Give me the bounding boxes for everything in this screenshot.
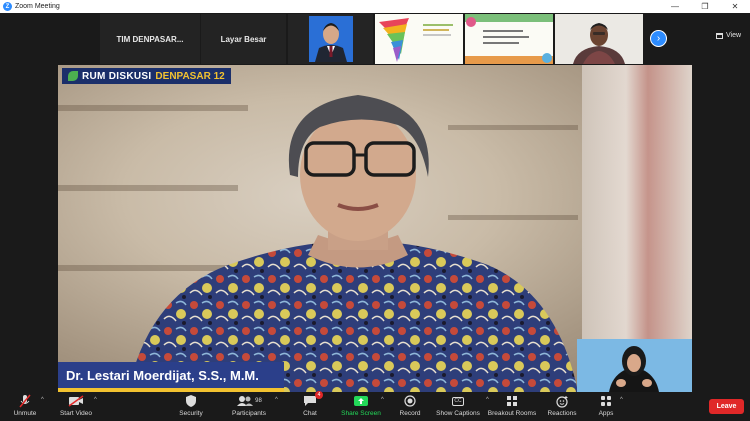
captions-icon-text: CC <box>452 396 464 406</box>
shield-icon <box>185 394 197 408</box>
security-button[interactable]: Security <box>161 394 221 417</box>
title-bar: Z Zoom Meeting — ❐ ✕ <box>0 0 750 13</box>
show-captions-label: Show Captions <box>436 410 480 417</box>
reactions-icon <box>555 394 569 408</box>
participant-thumbnail-slide-1[interactable] <box>375 14 463 64</box>
share-screen-label: Share Screen <box>341 410 381 417</box>
participant-thumbnail-webcam[interactable] <box>555 14 643 64</box>
microphone-muted-icon <box>19 394 31 408</box>
participants-label: Participants <box>232 410 266 417</box>
security-label: Security <box>179 410 203 417</box>
interpreter-figure <box>577 339 692 392</box>
chevron-up-icon[interactable]: ^ <box>275 397 278 403</box>
speaker-name-caption: Dr. Lestari Moerdijat, S.S., M.M. <box>58 362 284 388</box>
maximize-icon[interactable]: ❐ <box>690 0 720 13</box>
participant-thumbnail-slide-2[interactable] <box>465 14 553 64</box>
record-icon <box>404 394 416 408</box>
speaker-name: Dr. Lestari Moerdijat, S.S., M.M. <box>66 367 259 383</box>
view-label: View <box>726 32 742 39</box>
show-captions-button[interactable]: CC Show Captions ^ <box>428 394 489 417</box>
captions-icon: CC <box>452 394 464 408</box>
chat-unread-badge: 4 <box>315 391 323 399</box>
logo-icon <box>68 71 78 81</box>
chevron-right-icon: › <box>656 33 661 44</box>
video-off-icon <box>68 394 84 408</box>
apps-button[interactable]: Apps ^ <box>576 394 636 417</box>
apps-label: Apps <box>598 410 614 417</box>
participant-strip: TIM DENPASAR... Layar Besar › View <box>0 13 750 65</box>
banner-subtitle: DENPASAR 12 <box>155 70 225 82</box>
apps-icon <box>600 394 612 408</box>
sign-language-interpreter-video[interactable] <box>577 339 692 392</box>
breakout-rooms-label: Breakout Rooms <box>487 410 537 417</box>
leave-button[interactable]: Leave <box>709 399 744 414</box>
participant-count: 98 <box>255 398 262 404</box>
next-page-button[interactable]: › <box>650 30 667 47</box>
chevron-up-icon[interactable]: ^ <box>41 397 44 403</box>
breakout-rooms-icon <box>506 394 518 408</box>
webcam-image <box>555 14 643 64</box>
view-button[interactable]: View <box>716 32 741 39</box>
participant-thumbnail-portrait[interactable] <box>288 14 373 64</box>
reactions-label: Reactions <box>547 410 577 417</box>
window-title: Zoom Meeting <box>15 3 60 10</box>
participant-tile-layar-besar[interactable]: Layar Besar <box>201 14 286 64</box>
close-icon[interactable]: ✕ <box>720 0 750 13</box>
people-icon: 98 <box>236 394 262 408</box>
participant-name: TIM DENPASAR... <box>116 34 184 44</box>
zoom-logo-icon: Z <box>3 2 12 11</box>
participant-name: Layar Besar <box>220 34 267 44</box>
record-label: Record <box>399 410 421 417</box>
window-controls: — ❐ ✕ <box>660 0 750 13</box>
banner-title: RUM DISKUSI <box>82 70 152 82</box>
chevron-up-icon[interactable]: ^ <box>620 397 623 403</box>
view-grid-icon <box>716 32 723 39</box>
minimize-icon[interactable]: — <box>660 0 690 13</box>
start-video-button[interactable]: Start Video ^ <box>46 394 106 417</box>
slide-graphic <box>465 14 553 64</box>
zoom-meeting-window: Z Zoom Meeting — ❐ ✕ TIM DENPASAR... Lay… <box>0 0 750 421</box>
event-banner: RUM DISKUSI DENPASAR 12 <box>62 68 231 84</box>
meeting-toolbar: Unmute ^ Start Video ^ Security 98 Parti… <box>0 391 750 421</box>
participants-button[interactable]: 98 Participants ^ <box>219 394 279 417</box>
slide-graphic <box>379 18 453 62</box>
chevron-up-icon[interactable]: ^ <box>94 397 97 403</box>
share-screen-icon <box>354 394 368 408</box>
participant-tile-tim-denpasar[interactable]: TIM DENPASAR... <box>100 14 200 64</box>
start-video-label: Start Video <box>59 410 93 417</box>
chat-label: Chat <box>303 410 317 417</box>
chat-icon: 4 <box>303 391 323 408</box>
unmute-label: Unmute <box>13 410 37 417</box>
portrait-image <box>309 16 353 62</box>
